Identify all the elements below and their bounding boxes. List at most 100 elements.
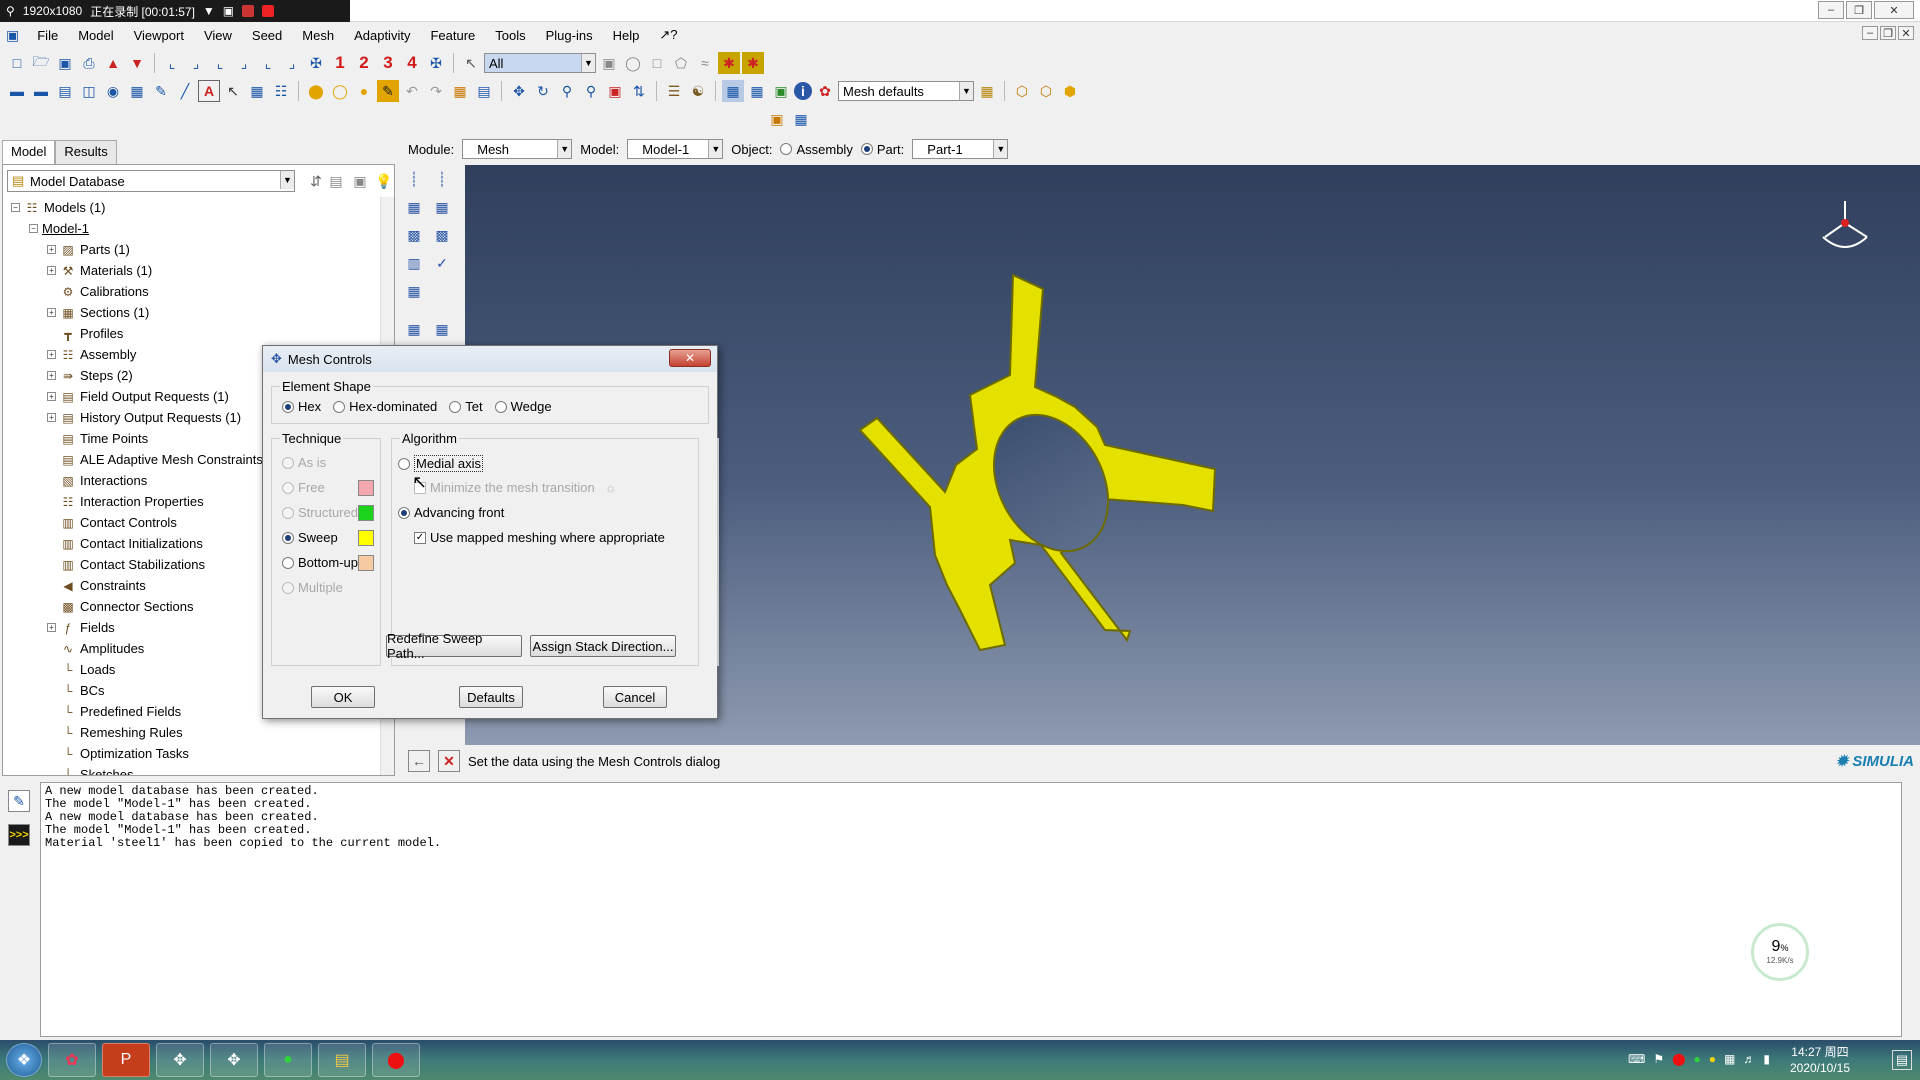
shape-wedge-radio[interactable]: Wedge bbox=[494, 399, 552, 414]
tree-item[interactable]: + ▨ Parts (1) bbox=[3, 239, 380, 260]
lightbulb-icon[interactable]: 💡 bbox=[373, 170, 395, 192]
chevron-down-icon[interactable]: ▼ bbox=[708, 140, 723, 158]
minimize-transition-checkbox[interactable]: Minimize the mesh transition ☼ bbox=[414, 480, 617, 495]
mesh-controls-icon[interactable]: ▩ bbox=[430, 223, 454, 247]
menu-file[interactable]: File bbox=[35, 26, 60, 45]
table-icon[interactable]: ▦ bbox=[246, 80, 268, 102]
model-combo[interactable]: Model-1 ▼ bbox=[627, 139, 724, 159]
view-xz-icon[interactable]: ⌟ bbox=[281, 52, 303, 74]
seed-part-icon[interactable]: ┊ bbox=[402, 167, 426, 191]
menu-tools[interactable]: Tools bbox=[493, 26, 527, 45]
cycle-views-icon[interactable]: ⇅ bbox=[628, 80, 650, 102]
edit-mesh-icon[interactable]: ▦ bbox=[430, 317, 454, 341]
mesh-region-icon[interactable]: ▦ bbox=[430, 195, 454, 219]
tree-item[interactable]: └ Remeshing Rules bbox=[3, 722, 380, 743]
sort-icon[interactable]: ⇵ bbox=[305, 170, 327, 192]
view-3-button[interactable]: 3 bbox=[377, 52, 399, 74]
annotation-icon[interactable]: ✎ bbox=[150, 80, 172, 102]
tree-item[interactable]: ┳ Profiles bbox=[3, 323, 380, 344]
highlight-icon[interactable]: ✱ bbox=[718, 52, 740, 74]
context-help-icon[interactable]: ↗? bbox=[657, 25, 679, 45]
mdi-minimize-icon[interactable]: – bbox=[1862, 26, 1878, 40]
start-button-icon[interactable]: ❖ bbox=[6, 1043, 42, 1077]
new-file-icon[interactable]: □ bbox=[6, 52, 28, 74]
list-icon[interactable]: ▤ bbox=[473, 80, 495, 102]
render-wireframe-icon[interactable]: ◯ bbox=[329, 80, 351, 102]
app-icon[interactable]: ▣ bbox=[6, 27, 19, 44]
tree-filter-icon[interactable]: ▤ bbox=[325, 170, 347, 192]
technique-radio-structured[interactable]: Structured bbox=[282, 505, 358, 520]
tree-item[interactable]: + ▦ Sections (1) bbox=[3, 302, 380, 323]
taskbar-powerpoint-icon[interactable]: P bbox=[102, 1043, 150, 1077]
mdi-restore-icon[interactable]: ❐ bbox=[1880, 26, 1896, 40]
tray-app-icon[interactable]: ● bbox=[1709, 1052, 1716, 1066]
taskbar-abaqus-icon[interactable]: ✥ bbox=[156, 1043, 204, 1077]
highlight-clear-icon[interactable]: ✱ bbox=[742, 52, 764, 74]
chevron-down-icon[interactable]: ▼ bbox=[280, 171, 294, 189]
chevron-down-icon[interactable]: ▼ bbox=[959, 82, 973, 100]
view-yx-icon[interactable]: ⌟ bbox=[185, 52, 207, 74]
tab-results[interactable]: Results bbox=[55, 140, 117, 164]
advancing-front-radio[interactable]: Advancing front bbox=[398, 505, 504, 520]
tray-keyboard-icon[interactable]: ⌨ bbox=[1628, 1052, 1645, 1066]
rotate-icon[interactable]: ↻ bbox=[532, 80, 554, 102]
viewport-vertical-icon[interactable]: ◫ bbox=[78, 80, 100, 102]
select-arrow-icon[interactable]: ↖ bbox=[460, 52, 482, 74]
prompt-back-icon[interactable]: ← bbox=[408, 750, 430, 772]
recorder-stop-icon[interactable] bbox=[262, 5, 275, 17]
text-tool-icon[interactable]: A bbox=[198, 80, 220, 102]
select-freeform-icon[interactable]: ≈ bbox=[694, 52, 716, 74]
selection-options-icon[interactable]: ▣ bbox=[598, 52, 620, 74]
shape-hex-dominated-radio[interactable]: Hex-dominated bbox=[333, 399, 437, 414]
taskbar-wechat-icon[interactable]: ● bbox=[264, 1043, 312, 1077]
import-icon[interactable]: ▲ bbox=[102, 52, 124, 74]
selection-filter-combo[interactable]: All ▼ bbox=[484, 53, 596, 73]
view-1-button[interactable]: 1 bbox=[329, 52, 351, 74]
tree-item[interactable]: ⚙ Calibrations bbox=[3, 281, 380, 302]
collapse-icon[interactable]: − bbox=[11, 203, 20, 212]
prompt-cancel-icon[interactable]: ✕ bbox=[438, 750, 460, 772]
element-type-icon[interactable]: ▩ bbox=[402, 223, 426, 247]
technique-radio-free[interactable]: Free bbox=[282, 480, 325, 495]
viewport-cascade-icon[interactable]: ▬ bbox=[30, 80, 52, 102]
expand-icon[interactable]: + bbox=[47, 392, 56, 401]
color-code-combo[interactable]: Mesh defaults ▼ bbox=[838, 81, 974, 101]
export-icon[interactable]: ▼ bbox=[126, 52, 148, 74]
use-mapped-checkbox[interactable]: ✓ Use mapped meshing where appropriate bbox=[414, 530, 665, 545]
menu-seed[interactable]: Seed bbox=[250, 26, 284, 45]
tray-signal-icon[interactable]: ▮ bbox=[1763, 1052, 1770, 1066]
zoom-box-icon[interactable]: ⚲ bbox=[580, 80, 602, 102]
shape-hex-radio[interactable]: Hex bbox=[282, 399, 321, 414]
query-tool-icon[interactable]: ✎ bbox=[377, 80, 399, 102]
partition-tool-icon[interactable]: ▦ bbox=[402, 279, 426, 303]
medial-axis-radio[interactable]: Medial axis bbox=[398, 455, 484, 472]
view-cube-2-icon[interactable]: ⬡ bbox=[1035, 80, 1057, 102]
ok-button[interactable]: OK bbox=[311, 686, 375, 708]
print-icon[interactable]: ⎙ bbox=[78, 52, 100, 74]
message-area-icon[interactable]: ✎ bbox=[8, 790, 30, 812]
ruler-icon[interactable]: ☰ bbox=[663, 80, 685, 102]
cancel-button[interactable]: Cancel bbox=[603, 686, 667, 708]
restore-icon[interactable]: ❐ bbox=[1846, 1, 1872, 19]
viewport-annotation-icon[interactable]: ▦ bbox=[126, 80, 148, 102]
feature-icon[interactable]: ▦ bbox=[449, 80, 471, 102]
triad-icon[interactable]: ✠ bbox=[425, 52, 447, 74]
model-database-combo[interactable]: ▤ Model Database ▼ bbox=[7, 170, 295, 192]
tray-shield-icon[interactable]: ⚑ bbox=[1653, 1052, 1664, 1066]
view-4-button[interactable]: 4 bbox=[401, 52, 423, 74]
undo-icon[interactable]: ↶ bbox=[401, 80, 423, 102]
expand-icon[interactable]: + bbox=[47, 371, 56, 380]
show-desktop-icon[interactable]: ▤ bbox=[1892, 1050, 1912, 1070]
tab-model[interactable]: Model bbox=[2, 140, 56, 164]
color-palette-icon[interactable]: ✿ bbox=[814, 80, 836, 102]
assign-stack-direction-button[interactable]: Assign Stack Direction... bbox=[530, 635, 676, 657]
view-cube-3-icon[interactable]: ⬢ bbox=[1059, 80, 1081, 102]
module-combo[interactable]: Mesh ▼ bbox=[462, 139, 573, 159]
menu-adaptivity[interactable]: Adaptivity bbox=[352, 26, 412, 45]
defaults-button[interactable]: Defaults bbox=[459, 686, 523, 708]
partition-icon[interactable]: ▣ bbox=[766, 108, 788, 130]
expand-icon[interactable]: + bbox=[47, 266, 56, 275]
chevron-down-icon[interactable]: ▼ bbox=[557, 140, 572, 158]
taskbar-browser-icon[interactable]: ✿ bbox=[48, 1043, 96, 1077]
view-2-button[interactable]: 2 bbox=[353, 52, 375, 74]
